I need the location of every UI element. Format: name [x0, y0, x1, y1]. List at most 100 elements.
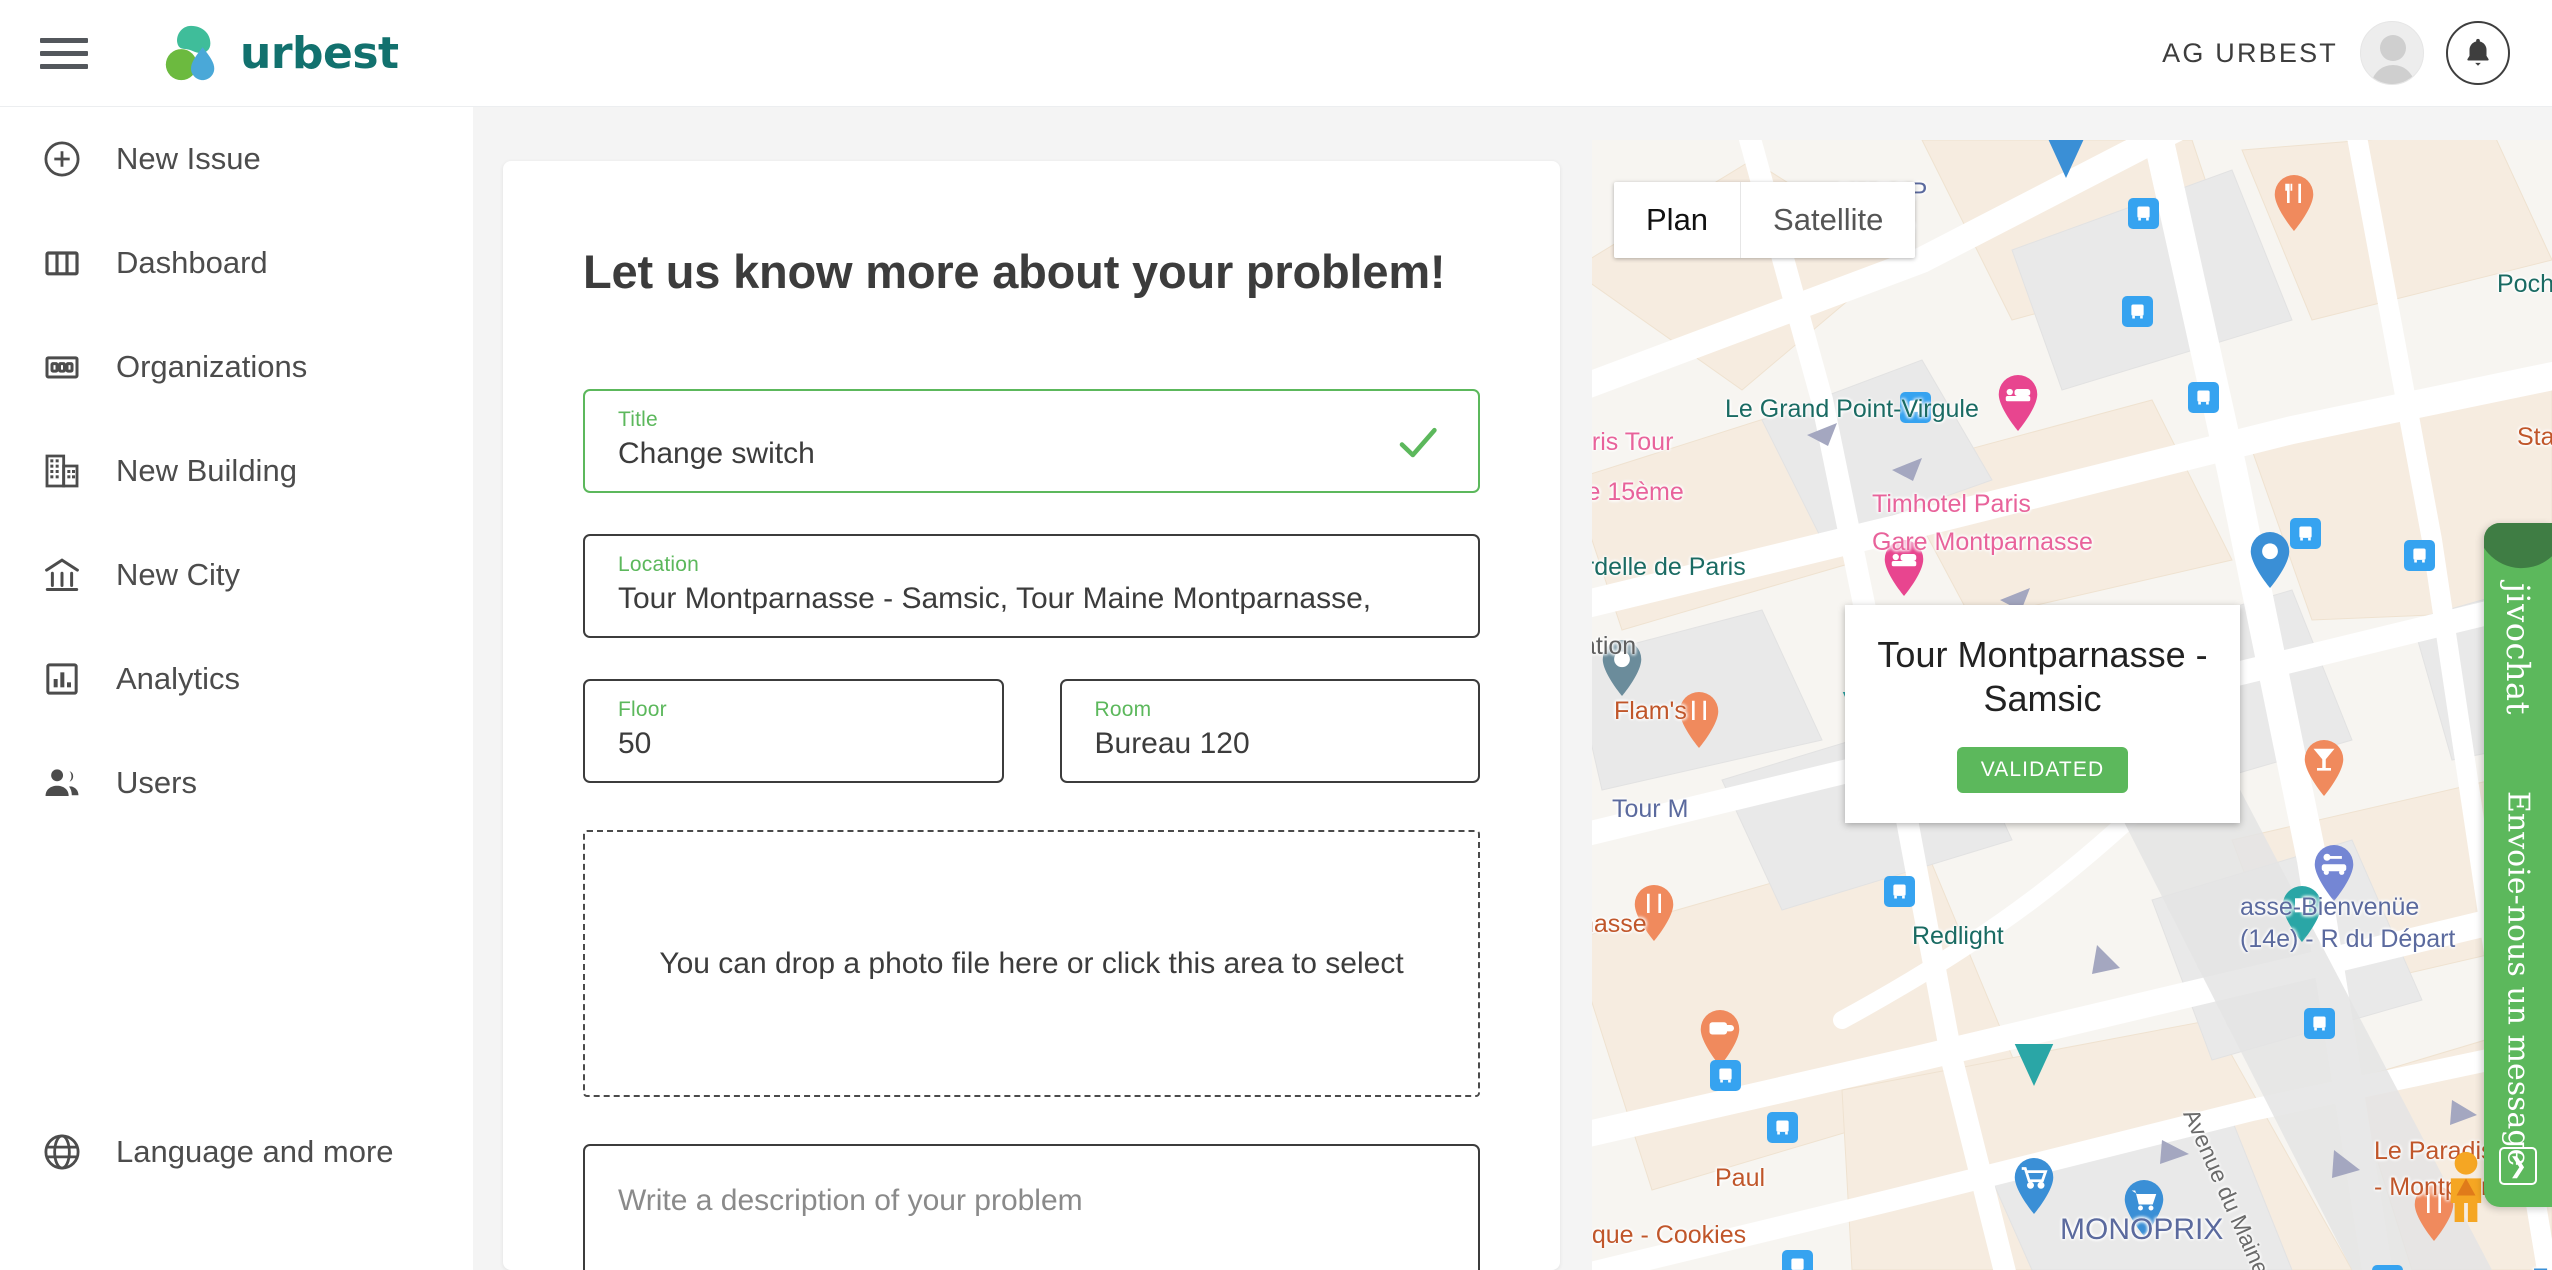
bus-stop-icon[interactable] — [2290, 518, 2321, 549]
poi-pin-restaurant[interactable] — [2272, 175, 2316, 231]
bus-stop-icon[interactable] — [1884, 876, 1915, 907]
page-title: Let us know more about your problem! — [583, 245, 1446, 298]
sidebar-item-organizations[interactable]: Organizations — [0, 315, 473, 419]
issue-form-card: Let us know more about your problem! Tit… — [503, 161, 1560, 1270]
map-label: Edg — [2532, 1264, 2552, 1270]
map-label: Redlight — [1912, 922, 2004, 950]
location-field-label: Location — [618, 553, 699, 576]
map-label: Le Grand Point-Virgule — [1725, 395, 1979, 423]
jivochat-brand-label: jivochat — [2499, 583, 2537, 715]
map-label: Flam's — [1614, 697, 1687, 725]
room-field-label: Room — [1094, 698, 1152, 721]
bus-stop-icon[interactable] — [1710, 1060, 1741, 1091]
room-field-value: Bureau 120 — [1094, 727, 1250, 760]
photo-dropzone[interactable]: You can drop a photo file here or click … — [583, 830, 1480, 1097]
map-label: aris Tour — [1592, 428, 1674, 456]
sidebar-item-label: New Building — [116, 453, 297, 488]
avatar-head — [2380, 35, 2406, 61]
urbest-logo-icon — [160, 22, 222, 84]
bus-stop-icon[interactable] — [2304, 1008, 2335, 1039]
poi-pin-marker[interactable] — [2012, 1030, 2056, 1086]
poi-pin-marker[interactable] — [2044, 140, 2088, 178]
title-field-label: Title — [618, 408, 658, 431]
map-label: nasse — [1592, 910, 1647, 938]
map-label: Paul — [1715, 1164, 1766, 1192]
poi-pin-hotel[interactable] — [1996, 375, 2040, 431]
map-label: asse-Bienvenüe — [2240, 893, 2420, 921]
hamburger-bar — [40, 50, 88, 56]
building-icon — [40, 449, 84, 493]
map-label: (14e) - R du Départ — [2240, 925, 2456, 953]
location-map[interactable]: Plan Satellite Poch Le Grand Point-Virgu… — [1592, 140, 2552, 1270]
sidebar-item-dashboard[interactable]: Dashboard — [0, 211, 473, 315]
map-type-plan[interactable]: Plan — [1614, 182, 1740, 258]
sidebar-nav: New Issue Dashboard Organizations New Bu… — [0, 107, 473, 1270]
floor-room-row: Floor 50 Room Bureau 120 — [583, 679, 1480, 783]
map-label: Poche — [2497, 270, 2552, 298]
account-name: AG URBEST — [2162, 37, 2338, 68]
bell-icon — [2467, 38, 2489, 66]
sidebar-item-label: Organizations — [116, 349, 308, 384]
map-type-control[interactable]: Plan Satellite — [1614, 182, 1916, 258]
sidebar-item-label: Analytics — [116, 661, 241, 696]
location-field-value: Tour Montparnasse - Samsic, Tour Maine M… — [618, 582, 1372, 615]
users-icon — [40, 761, 84, 805]
map-label: ation — [1592, 632, 1637, 660]
map-label: Starbuc — [2517, 423, 2552, 451]
app-header: urbest AG URBEST — [0, 0, 2552, 107]
sidebar-item-language-and-more[interactable]: Language and more — [0, 1100, 473, 1204]
poi-pin-shopping-cart[interactable] — [2012, 1158, 2056, 1214]
map-info-window[interactable]: Tour Montparnasse - Samsic VALIDATED — [1845, 605, 2240, 823]
globe-icon — [40, 1130, 84, 1174]
brand-name: urbest — [240, 27, 399, 79]
title-field-value: Change switch — [618, 437, 815, 470]
avatar[interactable] — [2360, 21, 2424, 85]
bus-stop-icon[interactable] — [2122, 296, 2153, 327]
sidebar-item-label: New Issue — [116, 141, 261, 176]
map-label: Timhotel Paris — [1872, 490, 2031, 518]
columns-icon — [40, 241, 84, 285]
sidebar-item-users[interactable]: Users — [0, 731, 473, 835]
poi-pin-place[interactable] — [2248, 532, 2292, 588]
map-label: se 15ème — [1592, 478, 1684, 506]
title-field[interactable]: Title Change switch — [583, 389, 1480, 493]
sidebar-item-analytics[interactable]: Analytics — [0, 627, 473, 731]
description-placeholder: Write a description of your problem — [618, 1184, 1083, 1217]
bus-stop-icon[interactable] — [1782, 1250, 1813, 1270]
bus-stop-icon[interactable] — [2404, 540, 2435, 571]
location-field[interactable]: Location Tour Montparnasse - Samsic, Tou… — [583, 534, 1480, 638]
bus-stop-icon[interactable] — [1767, 1112, 1798, 1143]
banknote-icon — [40, 345, 84, 389]
sidebar-item-new-issue[interactable]: New Issue — [0, 107, 473, 211]
check-icon — [1394, 419, 1442, 467]
map-label: MONOPRIX — [2060, 1213, 2224, 1246]
description-textarea[interactable]: Write a description of your problem — [583, 1144, 1480, 1270]
sidebar-item-label: New City — [116, 557, 241, 592]
room-field[interactable]: Room Bureau 120 — [1059, 679, 1480, 783]
map-label: Gare Montparnasse — [1872, 528, 2093, 556]
sidebar-item-new-building[interactable]: New Building — [0, 419, 473, 523]
hamburger-menu-icon[interactable] — [40, 33, 92, 73]
sidebar-item-label: Users — [116, 765, 197, 800]
floor-field-label: Floor — [618, 698, 667, 721]
bus-stop-icon[interactable] — [2372, 1265, 2403, 1270]
sidebar-item-label: Language and more — [116, 1134, 394, 1169]
bus-stop-icon[interactable] — [2188, 382, 2219, 413]
map-label: Tour M — [1612, 795, 1689, 823]
map-label: rique - Cookies — [1592, 1221, 1747, 1249]
plus-circle-icon — [40, 137, 84, 181]
poi-pin-cafe[interactable] — [1698, 1010, 1742, 1066]
photo-dropzone-label: You can drop a photo file here or click … — [659, 946, 1404, 980]
brand-logo[interactable]: urbest — [160, 22, 399, 84]
status-badge: VALIDATED — [1956, 746, 2129, 793]
bar-chart-icon — [40, 657, 84, 701]
map-type-satellite[interactable]: Satellite — [1740, 182, 1915, 258]
jivochat-widget[interactable]: jivochat Envoie-nous un message ❯ — [2484, 523, 2552, 1207]
notifications-button[interactable] — [2446, 21, 2510, 85]
info-window-title: Tour Montparnasse - Samsic — [1877, 634, 2208, 719]
bus-stop-icon[interactable] — [2128, 198, 2159, 229]
sidebar-item-new-city[interactable]: New City — [0, 523, 473, 627]
floor-field[interactable]: Floor 50 — [583, 679, 1004, 783]
poi-pin-bar[interactable] — [2302, 740, 2346, 796]
jivochat-message-label: Envoie-nous un message — [2500, 790, 2536, 1167]
